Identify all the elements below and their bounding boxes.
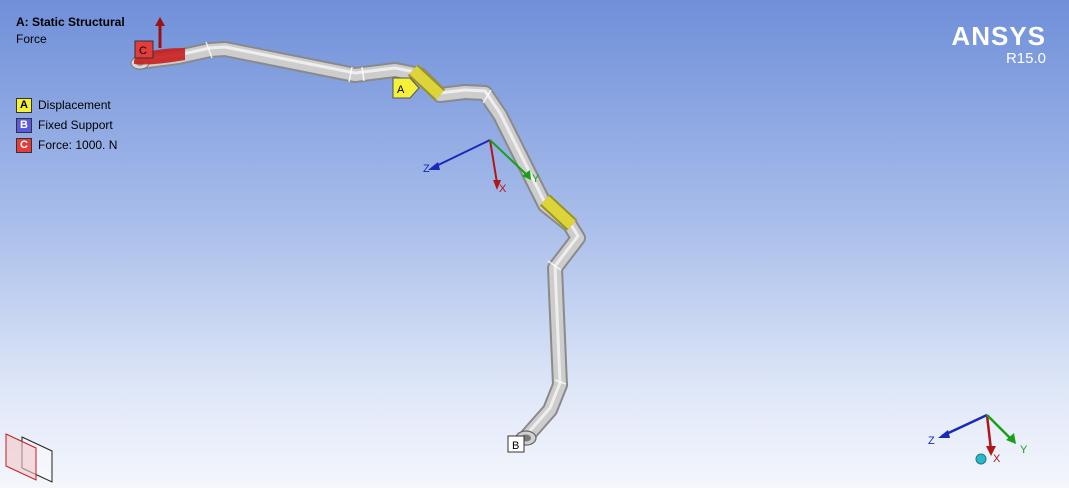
section-plane-icon[interactable] — [5, 433, 53, 483]
model-tag-c-label: C — [139, 45, 147, 57]
view-triad-x-label: X — [993, 453, 1001, 465]
pipe-model[interactable] — [130, 41, 586, 446]
center-triad-y-label: Y — [532, 173, 540, 185]
model-tag-b-label: B — [512, 440, 519, 452]
model-tag-a-label: A — [397, 84, 405, 96]
model-tag-b[interactable]: B — [507, 435, 525, 453]
view-triad-y-label: Y — [1020, 444, 1028, 456]
view-orientation-triad[interactable]: Z X Y — [928, 413, 1028, 465]
center-triad-x-label: X — [499, 183, 507, 195]
model-canvas[interactable]: A B C Z X Y Z X Y — [0, 0, 1069, 488]
graphics-viewport[interactable]: A: Static Structural Force A Displacemen… — [0, 0, 1069, 488]
view-triad-z-label: Z — [928, 435, 935, 447]
model-tag-c[interactable]: C — [134, 40, 154, 59]
center-triad-z-label: Z — [423, 163, 430, 175]
